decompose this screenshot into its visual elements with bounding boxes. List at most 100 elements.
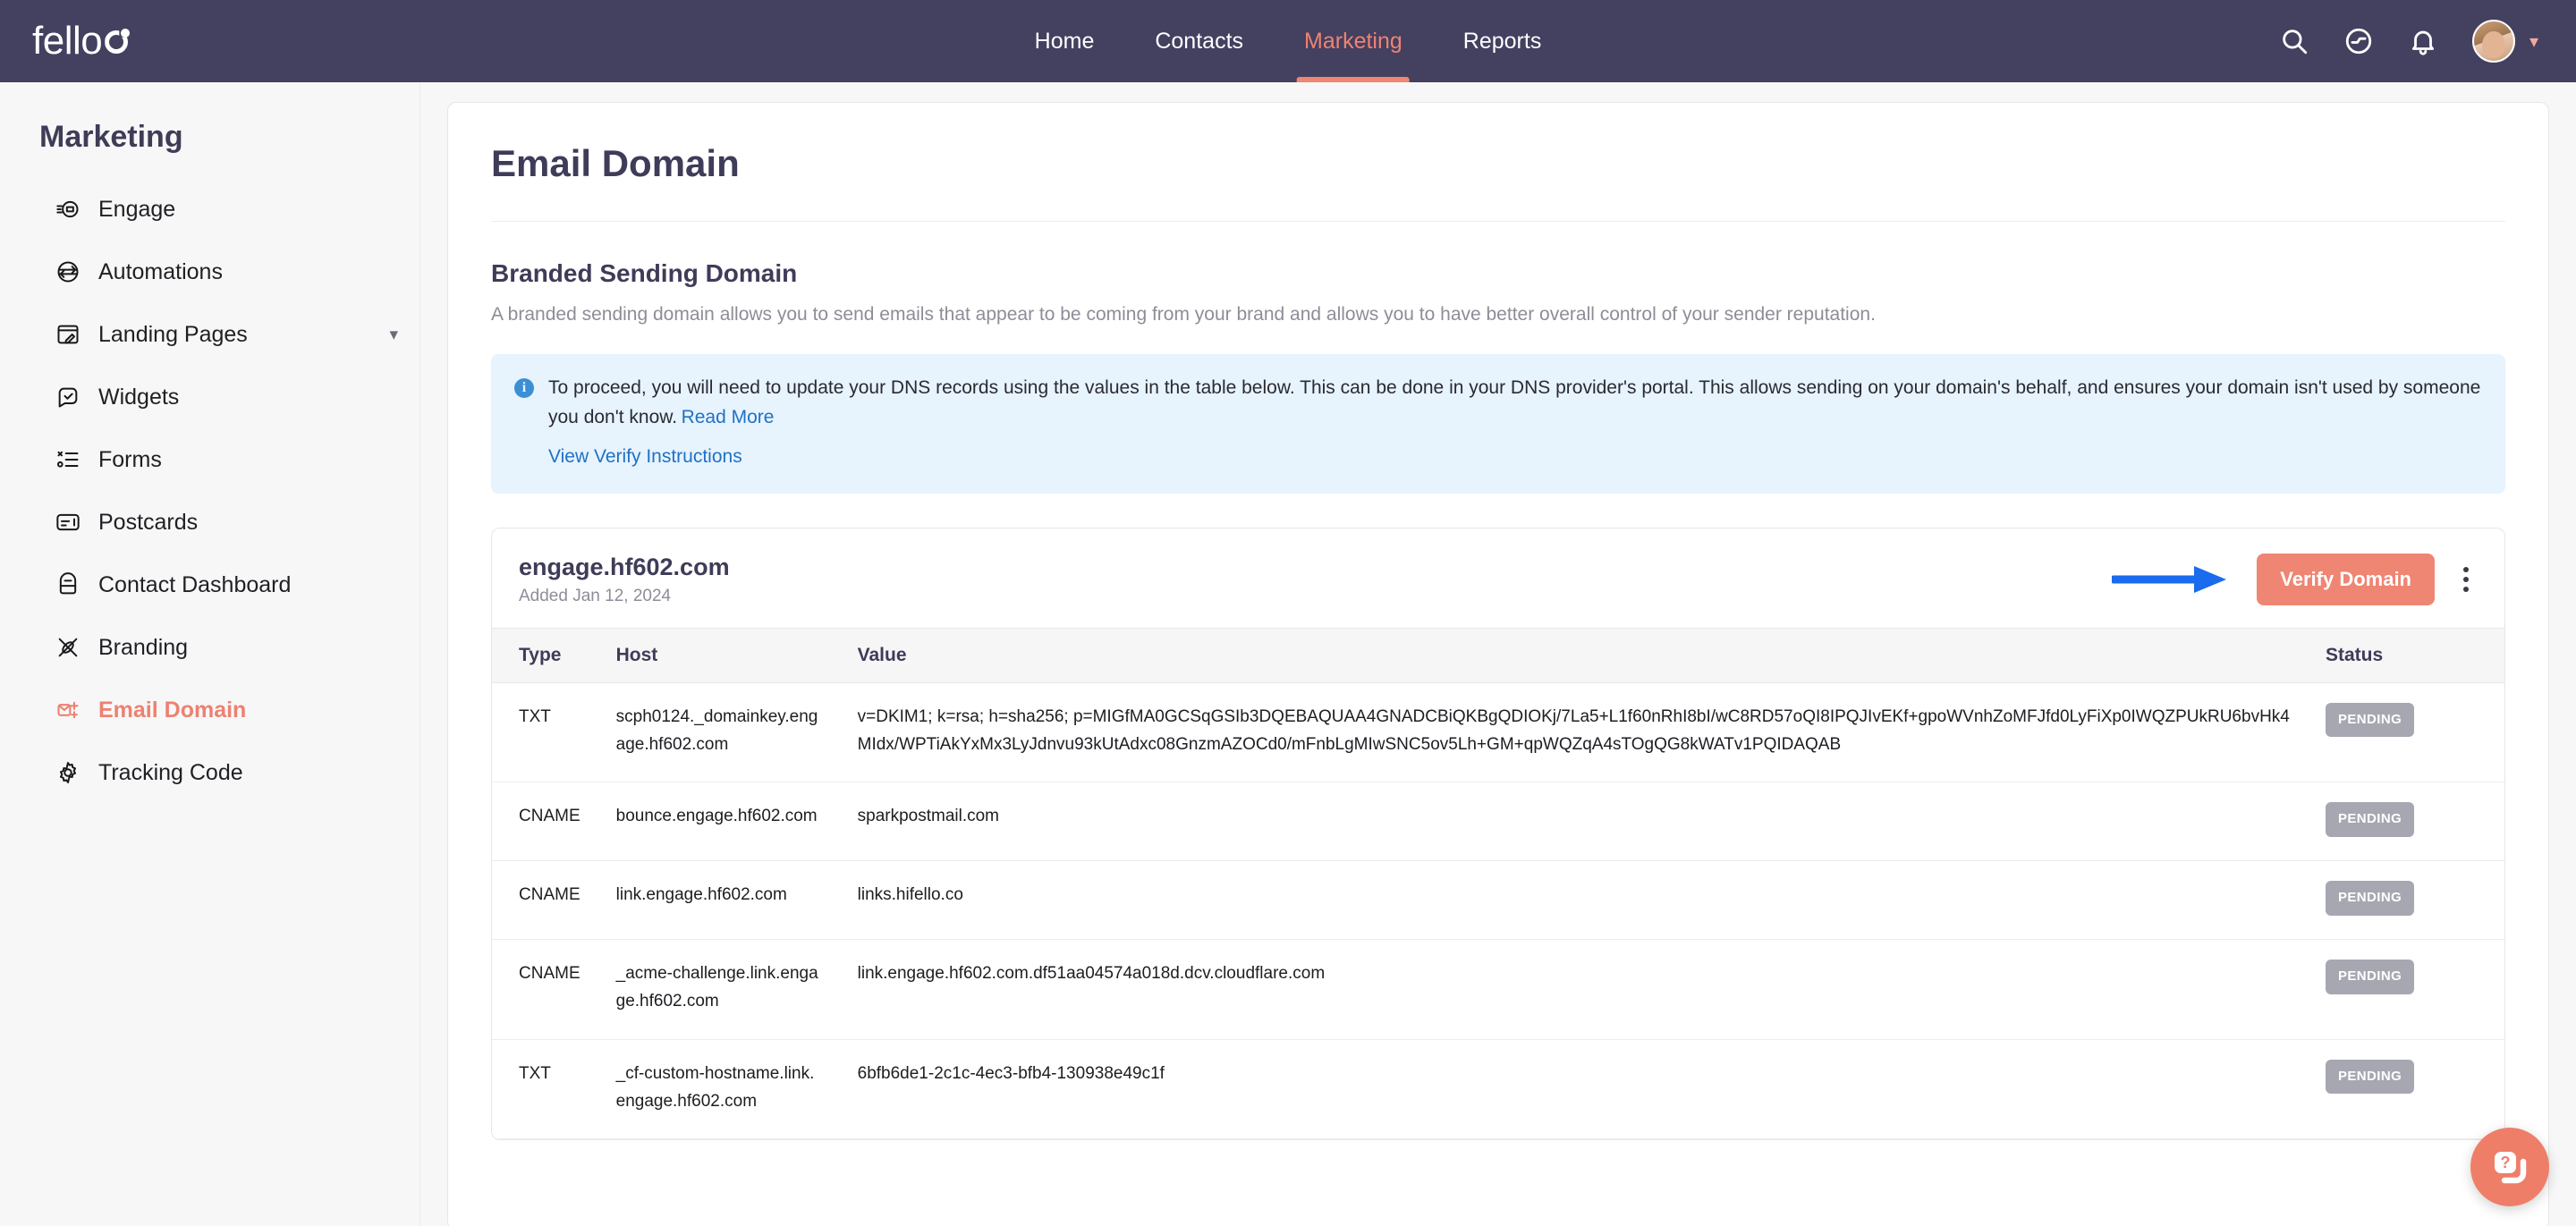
table-row: TXT scph0124._domainkey.engage.hf602.com… [492,682,2504,783]
sidebar-item-engage[interactable]: Engage [39,182,398,237]
main-content: Email Domain Branded Sending Domain A br… [420,82,2576,1226]
cell-value: links.hifello.co [839,860,2308,940]
sidebar-item-label: Tracking Code [98,759,243,785]
cell-value: link.engage.hf602.com.df51aa04574a018d.d… [839,939,2308,1040]
sidebar-item-email-domain[interactable]: Email Domain [39,682,398,738]
sidebar-item-label: Branding [98,634,189,660]
sidebar-item-landing-pages[interactable]: Landing Pages ▾ [39,307,398,362]
sidebar-item-branding[interactable]: Branding [39,620,398,675]
nav-item-marketing[interactable]: Marketing [1274,0,1433,82]
column-header-value: Value [839,627,2308,683]
view-verify-instructions-link[interactable]: View Verify Instructions [548,443,742,472]
automations-icon [55,259,80,284]
email-domain-icon [55,698,80,723]
nav-item-home[interactable]: Home [1004,0,1125,82]
annotation-arrow [2112,563,2228,596]
cell-type: CNAME [492,939,598,1040]
primary-nav: Home Contacts Marketing Reports [1004,0,1572,82]
table-row: CNAME bounce.engage.hf602.com sparkpostm… [492,782,2504,862]
help-chat-icon: ? [2495,1152,2527,1184]
cell-host: _cf-custom-hostname.link.engage.hf602.co… [597,1039,840,1140]
cell-host: _acme-challenge.link.engage.hf602.com [597,939,840,1040]
app-logo-text: fello [32,19,103,63]
table-row: CNAME _acme-challenge.link.engage.hf602.… [492,939,2504,1040]
cell-host: link.engage.hf602.com [597,860,840,940]
help-chat-button[interactable]: ? [2470,1128,2549,1206]
status-badge: PENDING [2326,881,2415,916]
column-header-status: Status [2308,627,2504,683]
read-more-link[interactable]: Read More [682,407,775,427]
status-badge: PENDING [2326,959,2415,994]
forms-icon [55,447,80,472]
column-header-host: Host [597,627,840,683]
info-icon: i [514,378,534,398]
sidebar-item-forms[interactable]: Forms [39,432,398,487]
table-row: CNAME link.engage.hf602.com links.hifell… [492,860,2504,940]
app-logo[interactable]: fello [32,19,131,63]
top-navigation-bar: fello Home Contacts Marketing Reports ▾ [0,0,2576,82]
sidebar-item-label: Automations [98,258,223,284]
sidebar-item-postcards[interactable]: Postcards [39,495,398,550]
activity-icon[interactable] [2343,26,2374,56]
chevron-down-icon[interactable]: ▾ [389,325,398,345]
more-options-icon[interactable] [2454,562,2478,597]
postcards-icon [55,510,80,535]
cell-value: sparkpostmail.com [839,782,2308,862]
column-header-type: Type [492,627,598,683]
cell-status: PENDING [2308,1039,2504,1140]
sidebar-item-contact-dashboard[interactable]: Contact Dashboard [39,557,398,613]
nav-item-reports[interactable]: Reports [1433,0,1572,82]
cell-type: CNAME [492,860,598,940]
sidebar-item-label: Contact Dashboard [98,571,292,597]
contact-dashboard-icon [55,572,80,597]
sidebar-item-label: Landing Pages [98,321,248,347]
domain-card-header: engage.hf602.com Added Jan 12, 2024 Veri… [492,528,2504,628]
cell-type: TXT [492,1039,598,1140]
page-title: Email Domain [491,103,2505,222]
alert-message: To proceed, you will need to update your… [548,377,2481,427]
domain-name: engage.hf602.com [519,553,730,580]
dns-records-table: Type Host Value Status TXT scph0124._dom… [492,627,2504,1140]
sidebar-item-label: Email Domain [98,697,247,723]
bell-icon[interactable] [2408,26,2438,56]
cell-status: PENDING [2308,782,2504,862]
cell-status: PENDING [2308,860,2504,940]
table-header: Type Host Value Status [492,627,2504,683]
domain-card: engage.hf602.com Added Jan 12, 2024 Veri… [491,527,2505,1141]
sidebar-item-label: Postcards [98,509,199,535]
domain-card-actions: Verify Domain [2112,554,2478,606]
dns-info-alert: i To proceed, you will need to update yo… [491,354,2505,494]
domain-added-date: Added Jan 12, 2024 [519,586,672,605]
logo-circle-icon [105,29,131,54]
sidebar-item-label: Engage [98,196,176,222]
content-card: Email Domain Branded Sending Domain A br… [447,102,2549,1226]
gear-icon [55,760,80,785]
search-icon[interactable] [2279,26,2309,56]
chevron-down-icon[interactable]: ▾ [2529,30,2538,53]
cell-status: PENDING [2308,682,2504,783]
cell-value: 6bfb6de1-2c1c-4ec3-bfb4-130938e49c1f [839,1039,2308,1140]
cell-host: scph0124._domainkey.engage.hf602.com [597,682,840,783]
sidebar-item-label: Widgets [98,384,180,410]
cell-value: v=DKIM1; k=rsa; h=sha256; p=MIGfMA0GCSqG… [839,682,2308,783]
cell-status: PENDING [2308,939,2504,1040]
branding-icon [55,635,80,660]
engage-icon [55,197,80,222]
sidebar-item-label: Forms [98,446,162,472]
sidebar-item-widgets[interactable]: Widgets [39,369,398,425]
verify-domain-button[interactable]: Verify Domain [2257,554,2435,606]
avatar[interactable] [2471,20,2515,63]
sidebar-item-automations[interactable]: Automations [39,244,398,300]
status-badge: PENDING [2326,702,2415,738]
section-description: A branded sending domain allows you to s… [491,304,1876,325]
cell-host: bounce.engage.hf602.com [597,782,840,862]
nav-item-contacts[interactable]: Contacts [1124,0,1274,82]
table-body: TXT scph0124._domainkey.engage.hf602.com… [492,682,2504,1140]
status-badge: PENDING [2326,1059,2415,1095]
svg-text:?: ? [2501,1154,2511,1171]
sidebar: Marketing Engage Automations Landing Pag… [0,82,420,1226]
cell-type: TXT [492,682,598,783]
status-badge: PENDING [2326,802,2415,838]
widgets-icon [55,385,80,410]
sidebar-item-tracking-code[interactable]: Tracking Code [39,745,398,800]
